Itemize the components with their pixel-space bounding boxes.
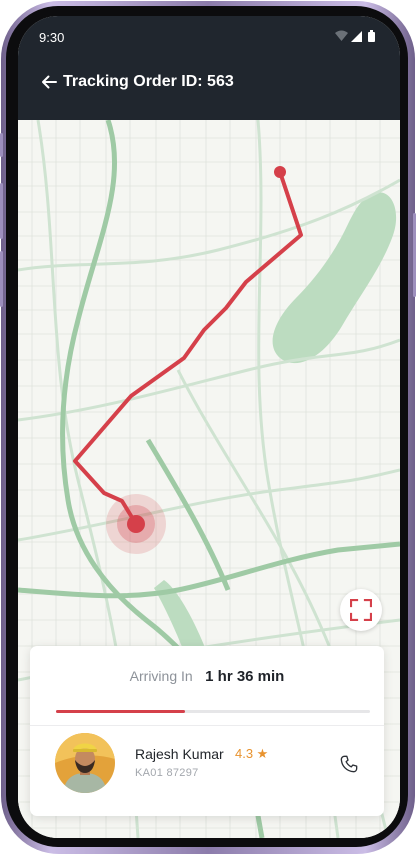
vehicle-number: KA01 87297: [135, 767, 199, 779]
side-button: [0, 133, 3, 157]
page-title: Tracking Order ID: 563: [63, 73, 234, 90]
status-bar: 9:30: [18, 16, 400, 54]
pulse-location-icon: [106, 494, 166, 554]
fullscreen-icon: [350, 599, 372, 621]
eta-row: Arriving In 1 hr 36 min: [30, 668, 384, 686]
arrow-left-icon: [42, 75, 57, 89]
card-divider: [30, 725, 384, 726]
app-screen: 9:30 Tracking Order ID: 563 Arriving In …: [18, 16, 400, 838]
driver-name: Rajesh Kumar: [135, 746, 224, 762]
status-time: 9:30: [39, 30, 65, 45]
destination-marker: [274, 166, 286, 178]
eta-value: 1 hr 36 min: [205, 668, 285, 685]
status-icons: [334, 29, 380, 43]
volume-up-button: [0, 183, 3, 239]
battery-icon: [368, 30, 375, 42]
arriving-label: Arriving In: [129, 668, 193, 684]
signal-icon: [351, 31, 362, 42]
wifi-icon: [335, 30, 348, 41]
power-button: [413, 213, 416, 297]
phone-icon: [340, 755, 358, 773]
delivery-progress-bar: [56, 710, 370, 713]
driver-avatar: [55, 733, 115, 793]
call-driver-button[interactable]: [334, 749, 364, 779]
driver-rating: 4.3 ★: [235, 746, 269, 761]
volume-down-button: [0, 251, 3, 307]
back-button[interactable]: [37, 70, 61, 94]
fullscreen-button[interactable]: [340, 589, 382, 631]
app-header: Tracking Order ID: 563: [18, 54, 400, 120]
tracking-card: Arriving In 1 hr 36 min Rajesh Kumar 4.3…: [30, 646, 384, 816]
delivery-progress-fill: [56, 710, 185, 713]
